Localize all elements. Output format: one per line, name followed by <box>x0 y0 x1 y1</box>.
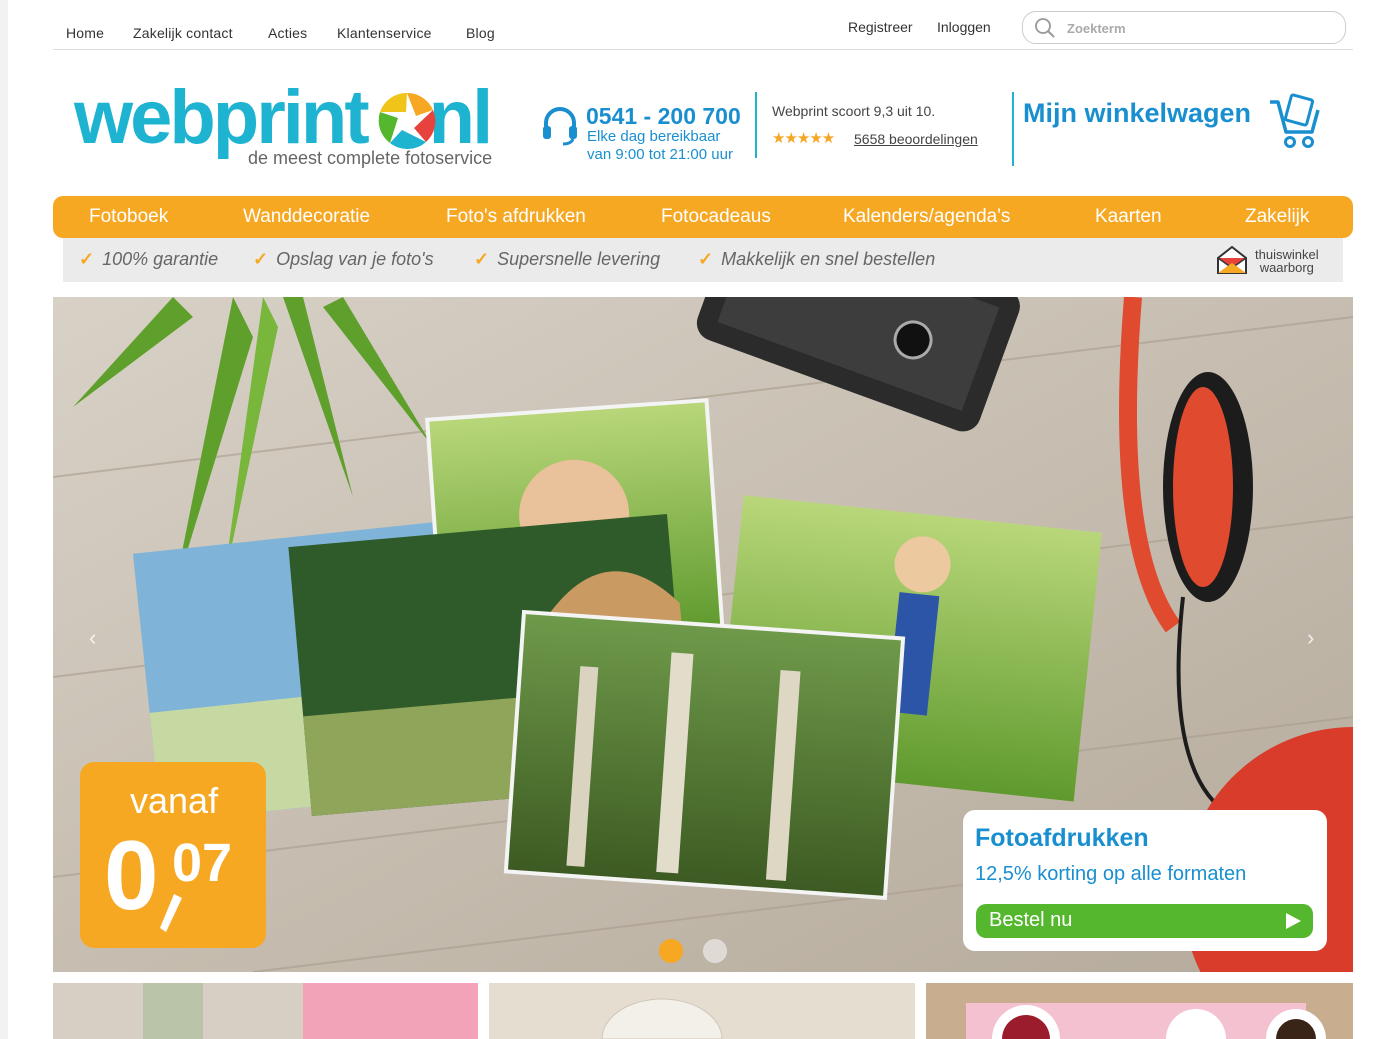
search-input[interactable] <box>1065 18 1329 38</box>
aperture-logo-icon <box>378 92 436 150</box>
price-from-label: vanaf <box>130 780 219 821</box>
nav-wall-decoration[interactable]: Wanddecoratie <box>243 206 370 228</box>
tile-image <box>53 983 478 1039</box>
nav-photo-gifts[interactable]: Fotocadeaus <box>661 206 771 228</box>
usp-bar: ✓ 100% garantie ✓ Opslag van je foto's ✓ Su… <box>63 238 1343 282</box>
price-cents: 07 <box>172 833 233 893</box>
cart-link[interactable]: Mijn winkelwagen <box>1023 98 1251 129</box>
slide-dot-1[interactable] <box>659 939 683 963</box>
topnav-customer-service-link[interactable]: Klantenservice <box>337 25 432 41</box>
order-now-button[interactable]: Bestel nu <box>976 904 1313 938</box>
search-icon[interactable] <box>1033 17 1057 39</box>
usp-item: ✓ Opslag van je foto's <box>253 249 434 269</box>
search-box[interactable] <box>1022 11 1346 44</box>
tile-image <box>926 983 1353 1039</box>
nav-cards[interactable]: Kaarten <box>1095 206 1162 228</box>
hero-prev-arrow[interactable]: ‹ <box>89 625 96 651</box>
trust-label: thuiswinkel waarborg <box>1255 247 1319 275</box>
nav-business[interactable]: Zakelijk <box>1245 206 1309 228</box>
logo-tagline: de meest complete fotoservice <box>248 148 493 168</box>
category-tile[interactable] <box>489 983 915 1039</box>
headset-icon <box>543 107 577 146</box>
nav-photo-prints[interactable]: Foto's afdrukken <box>446 206 586 228</box>
top-divider <box>53 49 1353 50</box>
category-tile[interactable] <box>53 983 478 1039</box>
tile-image <box>489 983 915 1039</box>
check-icon: ✓ <box>253 249 269 269</box>
phone-hours-line2: van 9:00 tot 21:00 uur <box>587 146 733 163</box>
topnav-actions-link[interactable]: Acties <box>268 25 307 41</box>
check-icon: ✓ <box>474 249 490 269</box>
page: Home Zakelijk contact Acties Klantenserv… <box>8 0 1395 1039</box>
slide-dot-2[interactable] <box>703 939 727 963</box>
nav-photobook[interactable]: Fotoboek <box>89 206 168 228</box>
check-icon: ✓ <box>698 249 714 269</box>
usp-item: ✓ 100% garantie <box>79 249 219 269</box>
promo-card: Fotoafdrukken 12,5% korting op alle form… <box>963 810 1327 951</box>
topnav-blog-link[interactable]: Blog <box>466 25 495 41</box>
rating-score: Webprint scoort 9,3 uit 10. <box>772 103 936 119</box>
check-icon: ✓ <box>79 249 95 269</box>
topnav-home-link[interactable]: Home <box>66 25 104 41</box>
logo[interactable]: webprint nl de meest complete fotoservice <box>74 76 504 170</box>
header-divider-cart <box>1012 92 1014 166</box>
reviews-link[interactable]: 5658 beoordelingen <box>854 131 978 147</box>
price-comma-icon <box>160 894 182 932</box>
category-tile[interactable] <box>926 983 1353 1039</box>
phone-number[interactable]: 0541 - 200 700 <box>586 103 741 130</box>
usp-item: ✓ Makkelijk en snel bestellen <box>698 249 936 269</box>
header-divider <box>755 92 757 158</box>
promo-title: Fotoafdrukken <box>975 824 1149 852</box>
phone-hours-line1: Elke dag bereikbaar <box>587 128 721 145</box>
play-arrow-icon <box>1286 913 1301 929</box>
promo-subtitle: 12,5% korting op alle formaten <box>975 863 1247 885</box>
topnav-business-contact-link[interactable]: Zakelijk contact <box>133 25 233 41</box>
login-link[interactable]: Inloggen <box>937 19 991 35</box>
order-now-label: Bestel nu <box>989 909 1073 931</box>
usp-item: ✓ Supersnelle levering <box>474 249 661 269</box>
nav-calendars[interactable]: Kalenders/agenda's <box>843 206 1010 228</box>
hero-next-arrow[interactable]: › <box>1307 625 1314 651</box>
shopping-cart-icon[interactable] <box>1266 92 1324 152</box>
price-badge: vanaf 0 07 <box>80 762 266 948</box>
rating-stars: ★★★★★ <box>772 130 835 147</box>
main-nav: Fotoboek Wanddecoratie Foto's afdrukken … <box>53 196 1353 238</box>
price-main: 0 <box>104 820 159 930</box>
thuiswinkel-waarborg-icon <box>1217 245 1247 274</box>
register-link[interactable]: Registreer <box>848 19 913 35</box>
